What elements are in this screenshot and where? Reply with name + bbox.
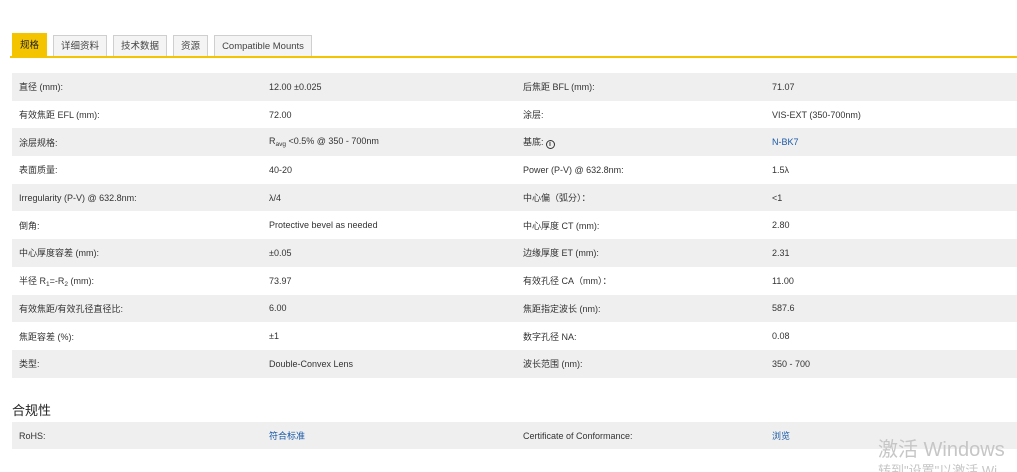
spec-value-bfl: 71.07 (764, 73, 1017, 101)
spec-value-power: 1.5λ (772, 164, 790, 175)
coating-spec-subscript: avg (275, 141, 286, 149)
spec-label-irregularity: Irregularity (P-V) @ 632.8nm: (12, 183, 261, 212)
spec-label-clear-aperture: 有效孔径 CA（mm）： (523, 276, 612, 287)
table-row: 直径 (mm): 12.00 ±0.025 后焦距 BFL (mm): 71.0… (12, 73, 1017, 101)
spec-label-numerical-aperture: 数字孔径 NA: (523, 331, 577, 342)
spec-value-substrate[interactable]: N-BK7 (764, 128, 1017, 157)
spec-label-focal-tolerance: 焦距容差 (%): (19, 331, 74, 342)
rohs-value[interactable]: 符合标准 (261, 422, 515, 449)
certificate-label: Certificate of Conformance: (515, 422, 764, 449)
radius-label-pre: 半径 R (19, 275, 47, 286)
certificate-view-link[interactable]: 浏览 (772, 431, 790, 441)
table-row: Irregularity (P-V) @ 632.8nm: λ/4 中心偏（弧分… (12, 183, 1017, 212)
tab-bar: 规格 详细资料 技术数据 资源 Compatible Mounts (12, 33, 318, 57)
spec-value-f-number: 6.00 (261, 294, 515, 323)
spec-label-centering: 中心偏（弧分）： (515, 183, 764, 212)
substrate-link[interactable]: N-BK7 (772, 137, 799, 147)
spec-value-clear-aperture: 11.00 (772, 275, 794, 286)
table-row: 涂层规格: Ravg <0.5% @ 350 - 700nm 基底: i N-BK… (12, 128, 1017, 157)
spec-label-efl: 有效焦距 EFL (mm): (19, 110, 100, 121)
spec-label-diameter: 直径 (mm): (12, 73, 261, 101)
table-row: 焦距容差 (%): ±1 数字孔径 NA: 0.08 (12, 322, 1017, 350)
table-row: 倒角: Protective bevel as needed 中心厚度 CT (… (12, 211, 1017, 239)
spec-label-substrate: 基底: i (515, 128, 764, 157)
tab-specifications[interactable]: 规格 (12, 33, 48, 57)
spec-label-type: 类型: (12, 349, 261, 378)
rohs-link[interactable]: 符合标准 (269, 431, 305, 441)
spec-value-ct-tolerance: ±0.05 (261, 239, 515, 267)
spec-label-bfl: 后焦距 BFL (mm): (515, 73, 764, 101)
compliance-table: RoHS: 符合标准 Certificate of Conformance: 浏… (12, 422, 1017, 449)
table-row: 有效焦距 EFL (mm): 72.00 涂层: VIS-EXT (350-70… (12, 101, 1017, 129)
tab-details[interactable]: 详细资料 (53, 35, 108, 57)
spec-label-radius: 半径 R1=-R2 (mm): (12, 267, 261, 295)
spec-value-radius: 73.97 (269, 275, 292, 286)
table-row: 表面质量: 40-20 Power (P-V) @ 632.8nm: 1.5λ (12, 156, 1017, 184)
spec-value-type: Double-Convex Lens (261, 349, 515, 378)
radius-label-mid: =-R (49, 275, 65, 286)
substrate-label-text: 基底: (523, 137, 544, 148)
table-row: 中心厚度容差 (mm): ±0.05 边缘厚度 ET (mm): 2.31 (12, 239, 1017, 267)
spec-value-efl: 72.00 (269, 109, 292, 120)
info-icon[interactable]: i (545, 140, 555, 150)
rohs-label: RoHS: (12, 422, 261, 449)
specifications-table: 直径 (mm): 12.00 ±0.025 后焦距 BFL (mm): 71.0… (12, 73, 1017, 378)
table-row: RoHS: 符合标准 Certificate of Conformance: 浏… (12, 422, 1017, 449)
tab-technical-data[interactable]: 技术数据 (113, 35, 168, 57)
spec-value-surface-quality: 40-20 (269, 164, 293, 175)
spec-value-centering: <1 (764, 183, 1017, 212)
radius-label-post: (mm): (68, 275, 95, 286)
spec-value-numerical-aperture: 0.08 (772, 331, 790, 342)
compliance-heading: 合规性 (12, 403, 52, 418)
spec-value-diameter: 12.00 ±0.025 (261, 73, 515, 101)
table-row: 类型: Double-Convex Lens 波长范围 (nm): 350 - … (12, 349, 1017, 378)
tab-compatible-mounts[interactable]: Compatible Mounts (214, 35, 312, 57)
spec-value-coating-spec: Ravg <0.5% @ 350 - 700nm (261, 128, 515, 157)
spec-value-focal-tolerance: ±1 (269, 331, 279, 342)
spec-label-design-wavelength: 焦距指定波长 (nm): (515, 294, 764, 323)
tab-resources[interactable]: 资源 (173, 35, 209, 57)
table-row: 有效焦距/有效孔径直径比: 6.00 焦距指定波长 (nm): 587.6 (12, 294, 1017, 323)
spec-value-wavelength-range: 350 - 700 (764, 349, 1017, 378)
coating-spec-range: <0.5% @ 350 - 700nm (285, 136, 379, 147)
spec-value-irregularity: λ/4 (261, 183, 515, 212)
spec-value-center-thickness: 2.80 (772, 220, 790, 231)
spec-label-surface-quality: 表面质量: (19, 165, 58, 176)
windows-activation-hint: 转到"设置"以激活 Wi (878, 463, 997, 472)
spec-label-ct-tolerance: 中心厚度容差 (mm): (12, 239, 261, 267)
spec-value-design-wavelength: 587.6 (764, 294, 1017, 323)
spec-value-coating: VIS-EXT (350-700nm) (772, 109, 861, 120)
spec-label-f-number: 有效焦距/有效孔径直径比: (12, 294, 261, 323)
spec-label-power: Power (P-V) @ 632.8nm: (523, 164, 624, 175)
spec-value-bevel: Protective bevel as needed (269, 220, 378, 231)
spec-value-edge-thickness: 2.31 (764, 239, 1017, 267)
spec-label-wavelength-range: 波长范围 (nm): (515, 349, 764, 378)
spec-label-bevel: 倒角: (19, 220, 40, 231)
windows-activation-watermark: 激活 Windows (878, 439, 1005, 461)
tab-underline (10, 56, 1017, 58)
table-row: 半径 R1=-R2 (mm): 73.97 有效孔径 CA（mm）： 11.00 (12, 267, 1017, 295)
spec-label-edge-thickness: 边缘厚度 ET (mm): (515, 239, 764, 267)
spec-label-coating: 涂层: (523, 110, 544, 121)
spec-label-center-thickness: 中心厚度 CT (mm): (523, 220, 600, 231)
spec-label-coating-spec: 涂层规格: (12, 128, 261, 157)
